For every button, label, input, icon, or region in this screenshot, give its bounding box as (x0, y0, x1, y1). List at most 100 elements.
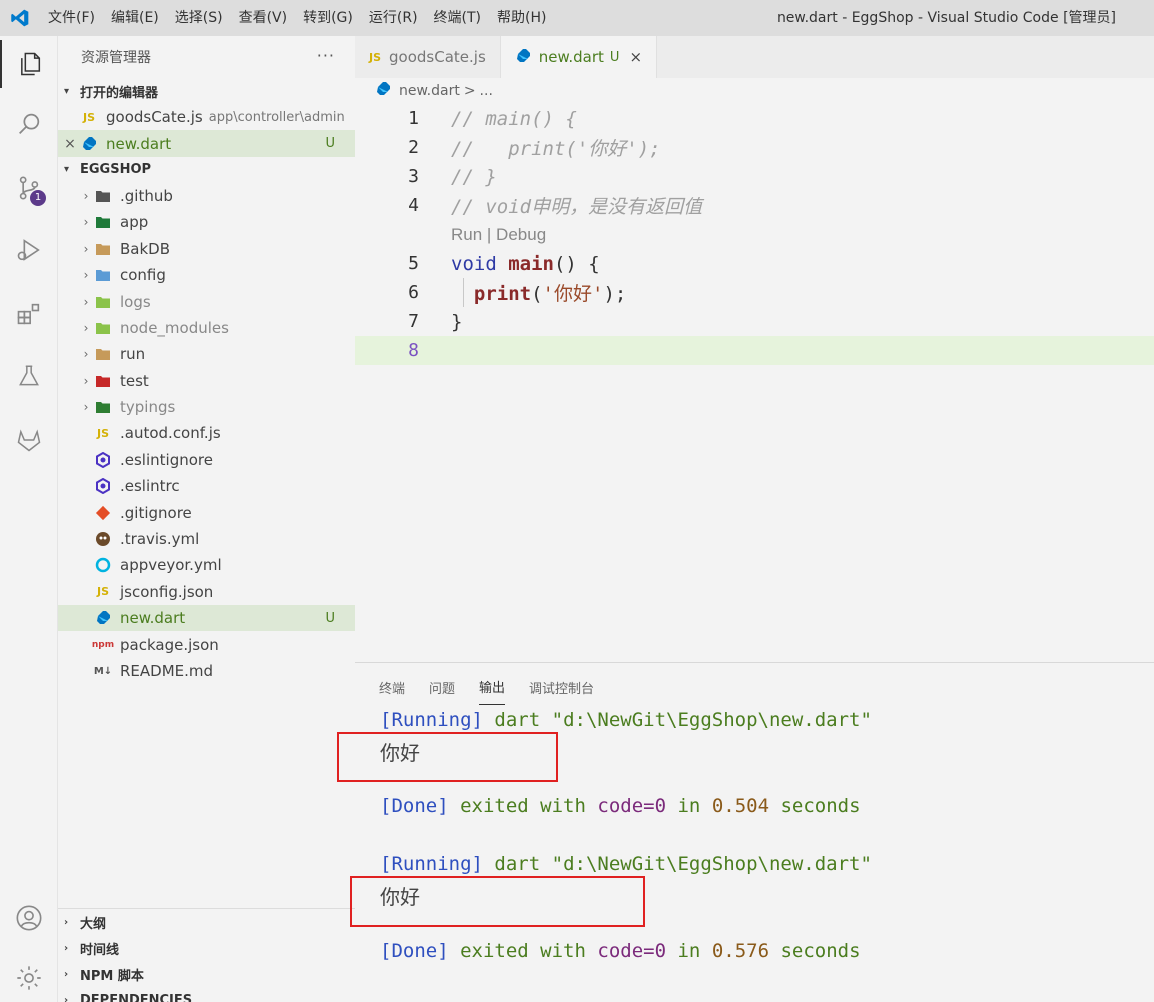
file-name: new.dart (106, 134, 172, 153)
markdown-icon: M↓ (93, 665, 113, 677)
tab-debug-console[interactable]: 调试控制台 (529, 678, 594, 705)
file-name: .eslintignore (120, 450, 213, 469)
dart-file-icon (375, 81, 391, 101)
file-name: package.json (120, 635, 219, 654)
open-editors-header[interactable]: ▾ 打开的编辑器 (58, 78, 355, 104)
travis-icon (94, 531, 112, 547)
search-icon[interactable] (0, 100, 58, 148)
chevron-right-icon: › (83, 268, 89, 283)
menu-go[interactable]: 转到(G) (295, 0, 361, 36)
file-item[interactable]: .gitignore (58, 499, 355, 525)
timeline-section[interactable]: › 时间线 (58, 935, 355, 961)
exit-code: code=0 (597, 940, 667, 962)
settings-gear-icon[interactable] (0, 954, 58, 1002)
folder-item[interactable]: › run (58, 341, 355, 367)
testing-icon[interactable] (0, 352, 58, 400)
folder-item[interactable]: › node_modules (58, 315, 355, 341)
tab-new-dart[interactable]: new.dart U × (500, 36, 658, 78)
chevron-right-icon: › (83, 400, 89, 415)
tab-problems[interactable]: 问题 (429, 678, 455, 705)
line-number: 3 (408, 166, 419, 187)
code-text: } (451, 310, 463, 333)
source-control-icon[interactable]: 1 (0, 164, 58, 212)
dependencies-section[interactable]: › DEPENDENCIES (58, 987, 355, 1002)
file-name: appveyor.yml (120, 556, 222, 575)
run-debug-codelens[interactable]: Run | Debug (451, 225, 546, 245)
open-editors-label: 打开的编辑器 (80, 85, 159, 101)
folder-item[interactable]: › config (58, 262, 355, 288)
code-lens-line: Run | Debug (355, 220, 1154, 249)
exited-text: exited with (460, 795, 586, 817)
chevron-right-icon: › (64, 968, 69, 980)
breadcrumb-file[interactable]: new.dart (399, 83, 460, 99)
running-tag: [Running] (380, 853, 483, 875)
menu-view[interactable]: 查看(V) (231, 0, 296, 36)
menu-edit[interactable]: 编辑(E) (103, 0, 167, 36)
menu-selection[interactable]: 选择(S) (167, 0, 231, 36)
open-editor-item[interactable]: × new.dart U (58, 130, 355, 157)
line-number: 6 (408, 282, 419, 303)
folder-item[interactable]: › app (58, 209, 355, 235)
file-item[interactable]: .travis.yml (58, 526, 355, 552)
breadcrumb: new.dart > ... (355, 78, 1154, 104)
run-debug-icon[interactable] (0, 226, 58, 274)
explorer-icon[interactable] (0, 40, 58, 88)
file-item[interactable]: JS .autod.conf.js (58, 420, 355, 446)
tab-output[interactable]: 输出 (479, 677, 506, 705)
folder-icon (94, 188, 112, 204)
npm-icon: npm (91, 639, 115, 650)
menu-help[interactable]: 帮助(H) (489, 0, 554, 36)
token-punctuation: ); (603, 283, 627, 305)
code-text: print('你好'); (451, 279, 626, 306)
file-item[interactable]: new.dart U (58, 605, 355, 632)
chevron-right-icon: › (83, 215, 89, 230)
open-editor-item[interactable]: JS goodsCate.js app\controller\admin (58, 104, 355, 130)
token-function: print (473, 283, 532, 305)
folder-item[interactable]: › BakDB (58, 236, 355, 262)
tab-goodscate-js[interactable]: JS goodsCate.js (355, 36, 501, 78)
dart-file-icon (80, 136, 98, 152)
extensions-icon[interactable] (0, 290, 58, 338)
annotation-highlight-box (350, 876, 645, 927)
line-number: 4 (408, 195, 419, 216)
chevron-right-icon: › (83, 320, 89, 335)
code-line: 4 // void申明，是没有返回值 (355, 191, 1154, 220)
file-item[interactable]: .eslintignore (58, 447, 355, 473)
appveyor-icon (94, 557, 112, 573)
chevron-down-icon: ▾ (64, 85, 70, 97)
close-icon[interactable]: × (62, 136, 78, 152)
folder-item[interactable]: › logs (58, 288, 355, 314)
file-name: BakDB (120, 239, 171, 258)
folder-item[interactable]: › .github (58, 183, 355, 209)
file-name: logs (120, 292, 151, 311)
npm-scripts-section[interactable]: › NPM 脚本 (58, 961, 355, 987)
output-done-line: [Done] exited with code=0 in 0.504 secon… (380, 795, 861, 817)
file-item[interactable]: npm package.json (58, 631, 355, 657)
run-command: dart (494, 709, 541, 731)
breadcrumb-symbol[interactable]: ... (480, 83, 493, 99)
project-header[interactable]: ▾ EGGSHOP (58, 157, 355, 183)
menu-terminal[interactable]: 终端(T) (426, 0, 489, 36)
file-item[interactable]: .eslintrc (58, 473, 355, 499)
folder-item[interactable]: › typings (58, 394, 355, 420)
more-actions-icon[interactable]: ··· (317, 46, 335, 65)
chevron-down-icon: ▾ (64, 164, 70, 176)
git-icon (94, 505, 112, 521)
file-item[interactable]: M↓ README.md (58, 658, 355, 684)
menu-file[interactable]: 文件(F) (40, 0, 103, 36)
folder-item[interactable]: › test (58, 368, 355, 394)
output-running-line: [Running] dart "d:\NewGit\EggShop\new.da… (380, 709, 872, 731)
folder-icon (94, 214, 112, 230)
seconds-text: seconds (780, 940, 861, 962)
file-item[interactable]: JS jsconfig.json (58, 579, 355, 605)
file-item[interactable]: appveyor.yml (58, 552, 355, 578)
menu-run[interactable]: 运行(R) (361, 0, 426, 36)
accounts-icon[interactable] (0, 894, 58, 942)
sidebar-bottom-sections: › 大纲 › 时间线 › NPM 脚本 › DEPENDENCIES (58, 908, 355, 1002)
tab-terminal[interactable]: 终端 (379, 678, 405, 705)
outline-section[interactable]: › 大纲 (58, 909, 355, 935)
tab-label: goodsCate.js (389, 48, 486, 66)
folder-icon (94, 373, 112, 389)
close-icon[interactable]: × (629, 48, 642, 66)
gitlab-icon[interactable] (0, 416, 58, 464)
